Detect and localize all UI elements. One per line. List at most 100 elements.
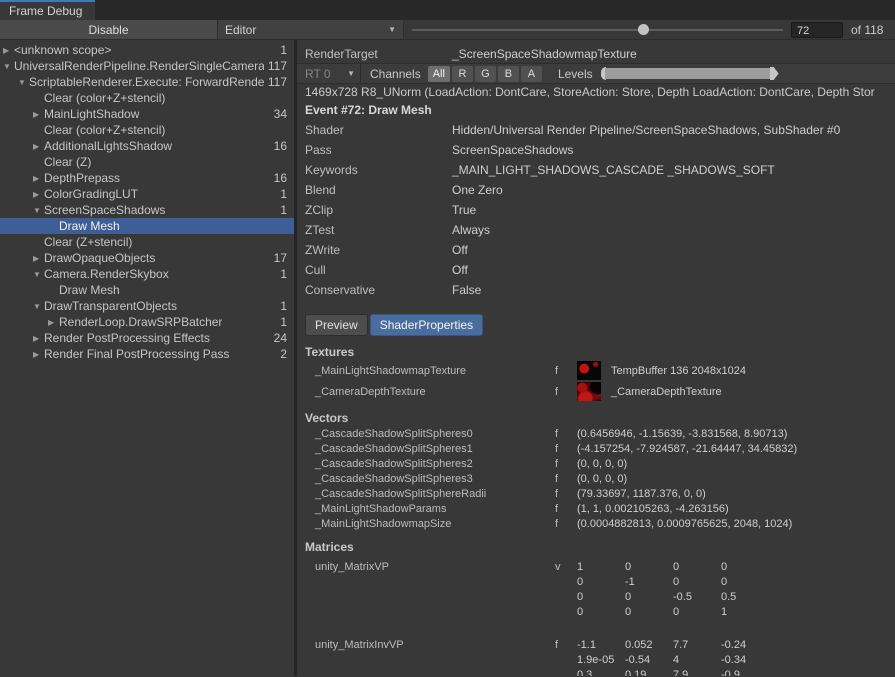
property-row-blend: BlendOne Zero [305, 180, 895, 200]
matrix-cell: -1 [625, 575, 673, 590]
matrix-cell: -0.24 [721, 638, 769, 653]
matrix-row: unity_MatrixInvVP f -1.10.0527.7-0.24 1.… [305, 638, 895, 676]
matrix-cell: 1.9e-05 [577, 653, 625, 668]
tree-row[interactable]: ▶Render Final PostProcessing Pass2 [0, 346, 294, 362]
rt-dropdown[interactable]: RT 0 ▼ [305, 64, 361, 83]
tree-row[interactable]: Clear (color+Z+stencil) [0, 122, 294, 138]
tree-row-label: Clear (color+Z+stencil) [44, 91, 165, 105]
matrix-cell: 1 [577, 560, 625, 575]
matrix-cell: 0 [673, 575, 721, 590]
disclosure-triangle-icon[interactable]: ▶ [33, 190, 44, 199]
tree-row-label: DepthPrepass [44, 171, 120, 185]
matrix-cell: -0.9 [721, 668, 769, 676]
matrix-cell: -1.1 [577, 638, 625, 653]
tree-row-selected[interactable]: Draw Mesh [0, 218, 294, 234]
disclosure-triangle-icon[interactable]: ▼ [33, 206, 44, 215]
disclosure-triangle-icon[interactable]: ▶ [33, 334, 44, 343]
disclosure-triangle-icon[interactable]: ▼ [33, 270, 44, 279]
tree-row-count: 24 [270, 331, 294, 345]
disclosure-triangle-icon[interactable]: ▶ [33, 254, 44, 263]
matrix-cell: 0 [625, 560, 673, 575]
matrix-values: -1.10.0527.7-0.24 1.9e-05-0.544-0.34 0.3… [577, 638, 769, 676]
tree-row-label: ScreenSpaceShadows [44, 203, 165, 217]
matrix-cell: 0 [721, 575, 769, 590]
tree-row[interactable]: ▼ScreenSpaceShadows 1 [0, 202, 294, 218]
matrix-cell: 0.5 [721, 590, 769, 605]
levels-range-slider[interactable] [601, 67, 779, 80]
channel-button-b[interactable]: B [498, 66, 519, 82]
property-row-conservative: ConservativeFalse [305, 280, 895, 300]
matrix-values: 1000 0-100 00-0.50.5 0001 [577, 560, 769, 620]
disclosure-triangle-icon[interactable]: ▶ [3, 46, 14, 55]
event-slider-thumb[interactable] [638, 24, 649, 35]
tree-row[interactable]: ▼DrawTransparentObjects1 [0, 298, 294, 314]
event-slider-track [412, 29, 783, 31]
tree-row[interactable]: ▶RenderLoop.DrawSRPBatcher1 [0, 314, 294, 330]
tab-preview[interactable]: Preview [305, 314, 368, 336]
tree-row-count: 1 [276, 187, 294, 201]
property-row-shader: ShaderHidden/Universal Render Pipeline/S… [305, 120, 895, 140]
tree-row-label: UniversalRenderPipeline.RenderSingleCame… [14, 59, 264, 73]
tree-row[interactable]: ▼ScriptableRenderer.Execute: ForwardRend… [0, 74, 294, 90]
disclosure-triangle-icon[interactable]: ▶ [33, 110, 44, 119]
disclosure-triangle-icon[interactable]: ▼ [18, 78, 29, 87]
event-slider[interactable] [412, 20, 783, 39]
tree-row[interactable]: Clear (color+Z+stencil) [0, 90, 294, 106]
matrix-cell: 0 [721, 560, 769, 575]
tree-row[interactable]: ▶AdditionalLightsShadow16 [0, 138, 294, 154]
channel-button-all[interactable]: All [428, 66, 450, 82]
tree-row-count: 117 [264, 75, 294, 89]
vector-row: _CascadeShadowSplitSphereRadiif(79.33697… [305, 486, 895, 501]
target-dropdown[interactable]: Editor ▼ [218, 20, 404, 39]
channel-button-a[interactable]: A [521, 66, 542, 82]
matrix-cell: 0 [673, 560, 721, 575]
vector-row: _MainLightShadowmapSizef(0.0004882813, 0… [305, 516, 895, 531]
tree-row-count: 1 [276, 299, 294, 313]
tree-row-label: Render PostProcessing Effects [44, 331, 210, 345]
disclosure-triangle-icon[interactable]: ▶ [33, 174, 44, 183]
tree-row-count: 1 [276, 203, 294, 217]
property-row-zwrite: ZWriteOff [305, 240, 895, 260]
channel-button-g[interactable]: G [475, 66, 496, 82]
tree-row-label: MainLightShadow [44, 107, 139, 121]
matrix-cell: 0 [673, 605, 721, 620]
matrix-cell: 0 [577, 605, 625, 620]
texture-thumbnail[interactable] [577, 361, 601, 380]
disclosure-triangle-icon[interactable]: ▼ [33, 302, 44, 311]
tree-row[interactable]: Draw Mesh [0, 282, 294, 298]
texture-thumbnail[interactable] [577, 382, 601, 401]
frame-debug-tab[interactable]: Frame Debug [0, 0, 95, 20]
matrix-cell: 0.052 [625, 638, 673, 653]
channels-toolbar: RT 0 ▼ Channels All R G B A Levels [297, 63, 895, 84]
tree-row[interactable]: Clear (Z+stencil) [0, 234, 294, 250]
tree-row-label: Clear (color+Z+stencil) [44, 123, 165, 137]
channels-label: Channels [370, 67, 421, 81]
tree-row-label: DrawOpaqueObjects [44, 251, 155, 265]
texture-row: _MainLightShadowmapTexture f TempBuffer … [305, 360, 895, 381]
property-row-zclip: ZClipTrue [305, 200, 895, 220]
tree-row[interactable]: ▼UniversalRenderPipeline.RenderSingleCam… [0, 58, 294, 74]
tree-row[interactable]: ▼Camera.RenderSkybox1 [0, 266, 294, 282]
tree-row[interactable]: ▶DepthPrepass16 [0, 170, 294, 186]
tree-row[interactable]: ▶Render PostProcessing Effects 24 [0, 330, 294, 346]
tree-row[interactable]: ▶DrawOpaqueObjects17 [0, 250, 294, 266]
tree-row-label: <unknown scope> [14, 43, 111, 57]
channel-button-r[interactable]: R [452, 66, 473, 82]
event-number-field[interactable] [791, 22, 843, 38]
disable-button[interactable]: Disable [0, 20, 218, 39]
disclosure-triangle-icon[interactable]: ▶ [33, 142, 44, 151]
tree-row-label: Draw Mesh [59, 283, 120, 297]
tree-row[interactable]: ▶MainLightShadow34 [0, 106, 294, 122]
disclosure-triangle-icon[interactable]: ▶ [33, 350, 44, 359]
tree-row-label: RenderLoop.DrawSRPBatcher [59, 315, 222, 329]
tree-row[interactable]: ▶ColorGradingLUT1 [0, 186, 294, 202]
texture-row: _CameraDepthTexture f _CameraDepthTextur… [305, 381, 895, 402]
tab-shader-properties[interactable]: ShaderProperties [370, 314, 483, 336]
vector-row: _CascadeShadowSplitSpheres0f(0.6456946, … [305, 426, 895, 441]
disclosure-triangle-icon[interactable]: ▶ [48, 318, 59, 327]
tree-row[interactable]: ▶<unknown scope>1 [0, 42, 294, 58]
matrix-cell: 7.9 [673, 668, 721, 676]
tree-row[interactable]: Clear (Z) [0, 154, 294, 170]
levels-max-handle[interactable] [770, 67, 779, 80]
disclosure-triangle-icon[interactable]: ▼ [3, 62, 14, 71]
